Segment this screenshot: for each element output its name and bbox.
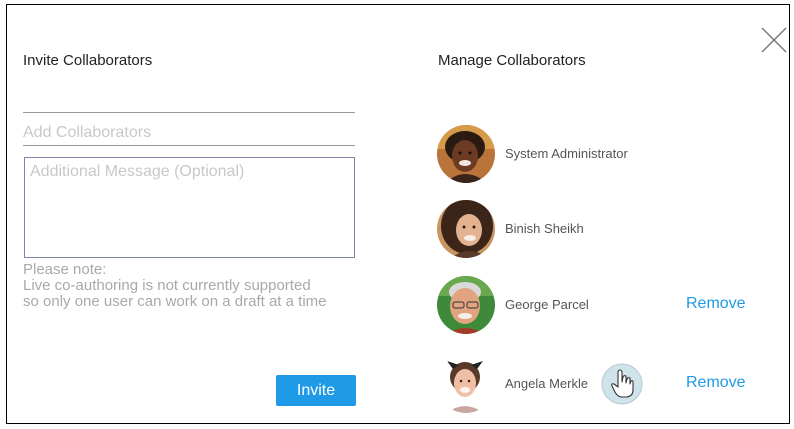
note-line: Live co-authoring is not currently suppo…: [23, 277, 311, 294]
additional-message-textarea[interactable]: [24, 157, 355, 258]
add-collaborators-input[interactable]: [23, 120, 355, 146]
avatar: [437, 125, 495, 183]
avatar: [437, 200, 495, 258]
remove-collaborator-button[interactable]: Remove: [686, 295, 746, 313]
collaborator-name: System Administrator: [505, 146, 628, 161]
avatar: [437, 276, 495, 334]
remove-collaborator-button[interactable]: Remove: [686, 374, 746, 392]
avatar: [437, 355, 495, 413]
collaborator-name: George Parcel: [505, 297, 589, 312]
collaborator-row: Binish Sheikh: [437, 200, 767, 258]
note-line: so only one user can work on a draft at …: [23, 293, 327, 310]
invite-button[interactable]: Invite: [276, 375, 356, 406]
close-icon[interactable]: [759, 25, 789, 55]
collaborator-name: Angela Merkle: [505, 376, 589, 391]
hand-pointer-icon: [601, 363, 643, 405]
co-authoring-note: Please note: Live co-authoring is not cu…: [23, 262, 363, 310]
collaborator-row: George Parcel Remove: [437, 276, 767, 334]
collaborator-row: System Administrator: [437, 125, 767, 183]
note-line: Please note:: [23, 261, 107, 278]
invite-collaborators-title: Invite Collaborators: [23, 52, 153, 69]
collaborator-name: Binish Sheikh: [505, 221, 584, 236]
collaborator-input-blank[interactable]: [23, 89, 355, 113]
manage-collaborators-title: Manage Collaborators: [438, 52, 586, 69]
collaborators-dialog: Invite Collaborators Please note: Live c…: [6, 4, 790, 424]
